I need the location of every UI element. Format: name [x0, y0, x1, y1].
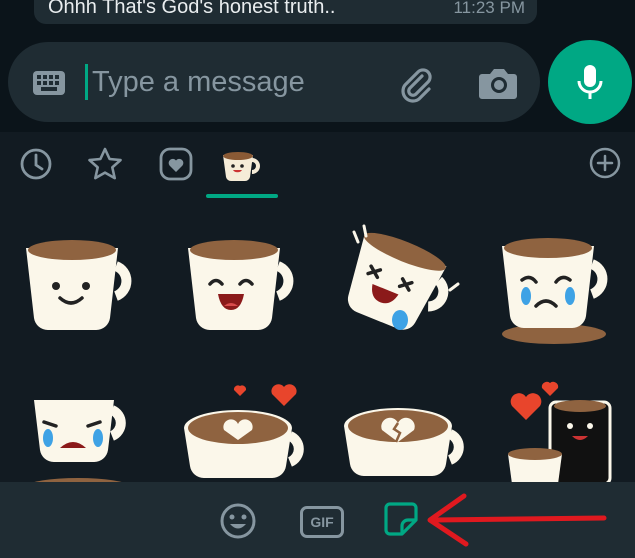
- camera-icon[interactable]: [478, 64, 518, 107]
- active-tab-indicator: [206, 194, 278, 198]
- coffee-smile[interactable]: [22, 236, 146, 341]
- voice-record-button[interactable]: [548, 40, 632, 124]
- sticker-icon[interactable]: [382, 500, 420, 543]
- message-text: Ohhh That's God's honest truth..: [48, 0, 336, 18]
- message-compose-bar[interactable]: Type a message: [8, 42, 540, 122]
- heart-icon[interactable]: [158, 146, 194, 187]
- coffee-tipsy-laugh[interactable]: [340, 220, 470, 345]
- coffee-laugh[interactable]: [182, 236, 306, 341]
- coffee-pair-love[interactable]: [500, 380, 630, 489]
- gif-icon[interactable]: GIF: [300, 506, 344, 538]
- mic-icon: [577, 65, 603, 99]
- recent-icon[interactable]: [18, 146, 54, 187]
- add-icon[interactable]: [588, 146, 622, 185]
- sticker-grid: [0, 210, 635, 494]
- paperclip-icon[interactable]: [396, 64, 436, 109]
- sticker-pack-tabs: [0, 132, 635, 202]
- message-input[interactable]: Type a message: [92, 64, 305, 100]
- message-time: 11:23 PM: [453, 0, 525, 17]
- message-bubble[interactable]: Ohhh That's God's honest truth.. 11:23 P…: [34, 0, 537, 24]
- annotation-arrow: [420, 488, 610, 553]
- coffee-sad-cry[interactable]: [498, 236, 622, 351]
- keyboard-icon[interactable]: [32, 70, 66, 101]
- favorites-star-icon[interactable]: [86, 146, 124, 187]
- text-caret: [85, 64, 88, 100]
- coffee-crying[interactable]: [22, 400, 146, 495]
- coffee-pack-icon[interactable]: [220, 150, 264, 189]
- sticker-panel: [0, 132, 635, 494]
- emoji-icon[interactable]: [219, 502, 257, 545]
- coffee-latte-heart[interactable]: [180, 380, 310, 489]
- coffee-broken-heart[interactable]: [340, 396, 464, 491]
